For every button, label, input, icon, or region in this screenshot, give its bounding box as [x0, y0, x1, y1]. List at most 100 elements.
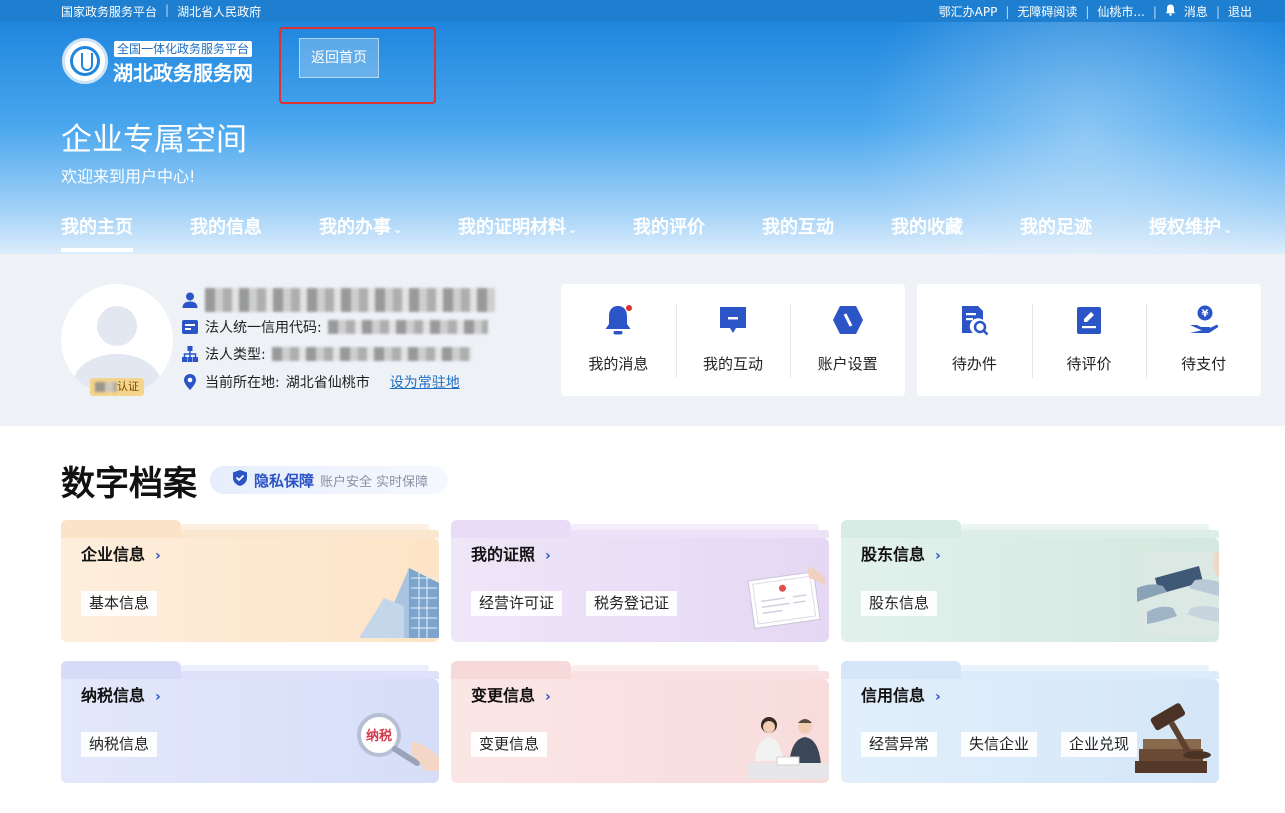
- ehuiban-app-link[interactable]: 鄂汇办APP: [939, 3, 998, 20]
- quick-pending-reviews[interactable]: 待评价: [1031, 284, 1147, 396]
- chevron-right-icon: ›: [545, 548, 551, 564]
- gavel-books-illustration: [1135, 693, 1219, 783]
- tag-enterprise-redemption[interactable]: 企业兑现: [1061, 732, 1138, 757]
- legal-type-label: 法人类型:: [205, 347, 266, 363]
- tag-change-info[interactable]: 变更信息: [471, 732, 548, 757]
- top-utility-bar: 国家政务服务平台 | 湖北省人民政府 鄂汇办APP | 无障碍阅读 | 仙桃市.…: [0, 0, 1285, 22]
- tag-dishonest-enterprise[interactable]: 失信企业: [961, 732, 1038, 757]
- page-title: 企业专属空间: [61, 122, 247, 158]
- svg-text:¥: ¥: [1201, 309, 1208, 320]
- tax-magnifier-illustration: 纳税: [355, 711, 439, 775]
- nav-my-affairs[interactable]: 我的办事 ⌄: [319, 213, 402, 239]
- certified-badge: 认证: [90, 378, 144, 396]
- card-title-link[interactable]: 纳税信息 ›: [81, 682, 161, 706]
- license-certificate-illustration: [745, 566, 825, 636]
- card-my-licenses: 我的证照 › 经营许可证 税务登记证: [451, 520, 829, 642]
- buildings-illustration: [349, 558, 439, 642]
- card-change-info: 变更信息 › 变更信息: [451, 661, 829, 783]
- nav-my-info[interactable]: 我的信息: [190, 213, 262, 239]
- card-title-link[interactable]: 股东信息 ›: [861, 541, 941, 565]
- messages-link[interactable]: 消息: [1184, 3, 1208, 20]
- chevron-right-icon: ›: [935, 689, 941, 705]
- welcome-text: 欢迎来到用户中心!: [61, 167, 196, 186]
- nav-my-reviews[interactable]: 我的评价: [633, 213, 705, 239]
- logo-subtitle: 全国一体化政务服务平台: [114, 41, 253, 57]
- chevron-down-icon: ⌄: [1223, 223, 1233, 236]
- tag-shareholder-info[interactable]: 股东信息: [861, 591, 938, 616]
- city-selector[interactable]: 仙桃市...: [1097, 3, 1144, 20]
- card-title-link[interactable]: 企业信息 ›: [81, 541, 161, 565]
- redacted-legal-type: [271, 347, 472, 361]
- chevron-down-icon: ⌄: [393, 223, 403, 236]
- redacted-company-name: [205, 288, 495, 312]
- hubei-gov-link[interactable]: 湖北省人民政府: [177, 3, 261, 20]
- bell-icon[interactable]: [1165, 4, 1176, 19]
- card-title-link[interactable]: 变更信息 ›: [471, 682, 551, 706]
- set-resident-link[interactable]: 设为常驻地: [390, 372, 460, 392]
- separator: |: [165, 3, 170, 17]
- quick-my-interactions[interactable]: 我的互动: [675, 284, 791, 396]
- quick-actions-tasks: 待办件 待评价 ¥ 待支付: [917, 284, 1261, 396]
- chevron-right-icon: ›: [155, 689, 161, 705]
- card-title-link[interactable]: 信用信息 ›: [861, 682, 941, 706]
- credit-code-row: 法人统一信用代码:: [181, 317, 488, 337]
- location-row: 当前所在地: 湖北省仙桃市 设为常驻地: [181, 372, 460, 392]
- tag-business-license[interactable]: 经营许可证: [471, 591, 563, 616]
- logo-emblem-icon[interactable]: [62, 38, 108, 84]
- nav-authorization[interactable]: 授权维护 ⌄: [1149, 213, 1232, 239]
- separator: |: [1152, 4, 1157, 19]
- yuan-hand-icon: ¥: [1186, 302, 1222, 338]
- chevron-right-icon: ›: [935, 548, 941, 564]
- separator: |: [1085, 4, 1090, 19]
- id-card-icon: [181, 318, 199, 336]
- hero-header: 全国一体化政务服务平台 湖北政务服务网 返回首页 企业专属空间 欢迎来到用户中心…: [0, 22, 1285, 254]
- tag-basic-info[interactable]: 基本信息: [81, 591, 158, 616]
- redacted-credit-code: [327, 320, 488, 334]
- card-title-link[interactable]: 我的证照 ›: [471, 541, 551, 565]
- credit-code-label: 法人统一信用代码:: [205, 320, 322, 336]
- return-home-button[interactable]: 返回首页: [299, 38, 379, 78]
- quick-my-messages[interactable]: 我的消息: [561, 284, 676, 396]
- company-name-row: [181, 288, 495, 312]
- location-value: 湖北省仙桃市: [285, 375, 370, 391]
- handshake-document-illustration: [1137, 552, 1219, 642]
- privacy-subtitle: 账户安全 实时保障: [320, 474, 429, 490]
- card-enterprise-info: 企业信息 › 基本信息: [61, 520, 439, 642]
- document-search-icon: [956, 302, 992, 338]
- logo-title[interactable]: 湖北政务服务网: [113, 57, 253, 86]
- tag-abnormal-operation[interactable]: 经营异常: [861, 732, 938, 757]
- nav-my-certificates[interactable]: 我的证明材料 ⌄: [458, 213, 577, 239]
- privacy-title: 隐私保障: [254, 471, 315, 490]
- bell-icon: [600, 302, 636, 338]
- edit-document-icon: [1071, 302, 1107, 338]
- location-pin-icon: [181, 373, 199, 391]
- profile-panel: 认证 法人统一信用代码: 法人类型: 当前所在地: 湖北省仙桃市 设为常驻地 我…: [0, 254, 1285, 426]
- tax-stamp-text: 纳税: [366, 728, 392, 744]
- main-nav: 我的主页 我的信息 我的办事 ⌄ 我的证明材料 ⌄ 我的评价 我的互动 我的收藏 我…: [0, 202, 1285, 254]
- nav-my-favorites[interactable]: 我的收藏: [891, 213, 963, 239]
- nav-my-interactions[interactable]: 我的互动: [762, 213, 834, 239]
- card-tax-info: 纳税 纳税信息 › 纳税信息: [61, 661, 439, 783]
- chevron-right-icon: ›: [155, 548, 161, 564]
- tag-tax-info[interactable]: 纳税信息: [81, 732, 158, 757]
- quick-account-settings[interactable]: 账户设置: [790, 284, 905, 396]
- user-icon: [181, 291, 199, 309]
- quick-pending-items[interactable]: 待办件: [917, 284, 1032, 396]
- shield-icon: [232, 469, 248, 491]
- legal-type-row: 法人类型:: [181, 344, 472, 364]
- accessible-reading-link[interactable]: 无障碍阅读: [1017, 3, 1077, 20]
- business-meeting-illustration: [747, 709, 829, 783]
- quick-pending-payments[interactable]: ¥ 待支付: [1146, 284, 1261, 396]
- quick-actions-account: 我的消息 我的互动 账户设置: [561, 284, 905, 396]
- org-chart-icon: [181, 345, 199, 363]
- chevron-down-icon: ⌄: [568, 223, 578, 236]
- national-platform-link[interactable]: 国家政务服务平台: [61, 3, 157, 20]
- nav-home[interactable]: 我的主页: [61, 213, 133, 252]
- tag-tax-registration[interactable]: 税务登记证: [586, 591, 678, 616]
- redacted-text: [95, 382, 117, 392]
- card-shareholder-info: 股东信息 › 股东信息: [841, 520, 1219, 642]
- nav-my-footprints[interactable]: 我的足迹: [1020, 213, 1092, 239]
- logout-link[interactable]: 退出: [1228, 3, 1252, 20]
- separator: |: [1005, 4, 1010, 19]
- card-credit-info: 信用信息 › 经营异常 失信企业 企业兑现: [841, 661, 1219, 783]
